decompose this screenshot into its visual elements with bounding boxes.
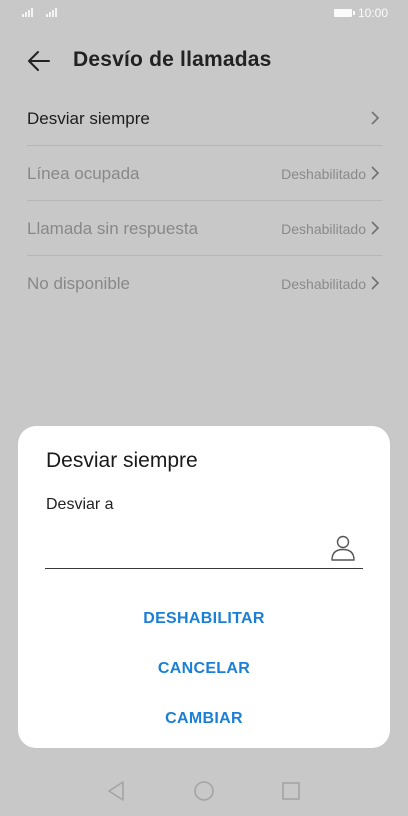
forward-number-input[interactable] bbox=[45, 528, 363, 569]
forward-to-label: Desviar a bbox=[46, 496, 114, 513]
list-item-value: Deshabilitado bbox=[281, 221, 366, 237]
list-item-label: Línea ocupada bbox=[27, 164, 140, 183]
chevron-right-icon bbox=[371, 221, 380, 235]
nav-home-icon[interactable] bbox=[193, 780, 215, 802]
list-item-value: Deshabilitado bbox=[281, 276, 366, 292]
list-item-label: No disponible bbox=[27, 274, 131, 293]
disable-button[interactable]: DESHABILITAR bbox=[18, 610, 390, 628]
page-title: Desvío de llamadas bbox=[73, 48, 272, 71]
change-button[interactable]: CAMBIAR bbox=[18, 710, 390, 728]
list-item-no-answer[interactable]: Llamada sin respuesta Deshabilitado bbox=[27, 201, 382, 256]
dialog-title: Desviar siempre bbox=[46, 449, 198, 472]
forward-dialog: Desviar siempre Desviar a DESHABILITAR C… bbox=[18, 426, 390, 748]
list-item-line-busy[interactable]: Línea ocupada Deshabilitado bbox=[27, 146, 382, 201]
back-arrow-icon[interactable] bbox=[26, 48, 52, 74]
signal-icon bbox=[22, 8, 33, 17]
chevron-right-icon bbox=[371, 111, 380, 125]
battery-icon bbox=[334, 9, 355, 17]
chevron-right-icon bbox=[371, 276, 380, 290]
call-forwarding-list: Desviar siempre Línea ocupada Deshabilit… bbox=[27, 91, 382, 310]
contact-icon[interactable] bbox=[330, 534, 356, 562]
status-time: 10:00 bbox=[358, 6, 389, 20]
list-item-value: Deshabilitado bbox=[281, 166, 366, 182]
list-item-label: Llamada sin respuesta bbox=[27, 219, 199, 238]
list-item-always-forward[interactable]: Desviar siempre bbox=[27, 91, 382, 146]
nav-recents-icon[interactable] bbox=[281, 780, 301, 802]
chevron-right-icon bbox=[371, 166, 380, 180]
list-item-unavailable[interactable]: No disponible Deshabilitado bbox=[27, 256, 382, 310]
status-bar: 10:00 bbox=[0, 0, 408, 28]
list-item-label: Desviar siempre bbox=[27, 109, 150, 128]
nav-back-icon[interactable] bbox=[106, 780, 126, 802]
cancel-button[interactable]: CANCELAR bbox=[18, 660, 390, 678]
signal-icon bbox=[46, 8, 57, 17]
navigation-bar bbox=[0, 770, 408, 816]
